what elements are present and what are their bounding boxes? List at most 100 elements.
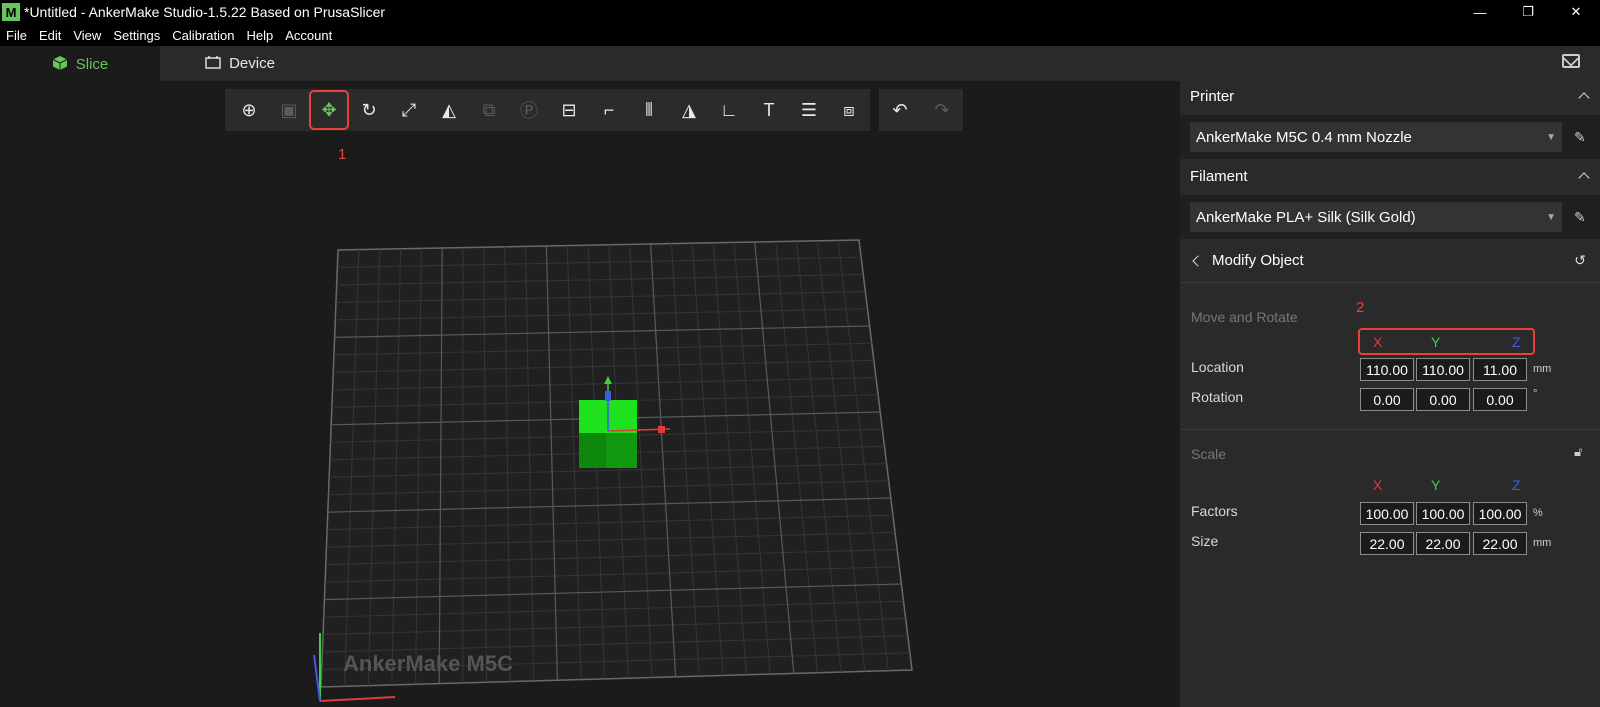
printer-select-value: AnkerMake M5C 0.4 mm Nozzle: [1196, 128, 1412, 146]
gcode-tool-button[interactable]: ⌐: [589, 90, 629, 130]
menu-view[interactable]: View: [67, 28, 107, 43]
scale-axis-z-label: Z: [1512, 477, 1521, 493]
rotation-unit: °: [1533, 388, 1538, 400]
location-label: Location: [1191, 359, 1244, 375]
rotate-tool-button[interactable]: ↻: [349, 90, 389, 130]
auto-orient-tool-button[interactable]: ◮: [669, 90, 709, 130]
size-label: Size: [1191, 533, 1219, 549]
menu-account[interactable]: Account: [279, 28, 338, 43]
scale-label: Scale: [1191, 446, 1227, 462]
axis-z-label: Z: [1512, 334, 1521, 350]
size-y-input[interactable]: 22.00: [1416, 532, 1470, 555]
window-title: *Untitled - AnkerMake Studio-1.5.22 Base…: [24, 4, 386, 20]
tab-device-label: Device: [229, 55, 275, 72]
factor-y-input[interactable]: 100.00: [1416, 502, 1470, 525]
modify-heading: Modify Object: [1212, 252, 1304, 269]
cube-icon: [52, 55, 68, 74]
filament-select-value: AnkerMake PLA+ Silk (Silk Gold): [1196, 208, 1416, 226]
shapes-tool-button[interactable]: ⧈: [829, 90, 869, 130]
printer-section-header[interactable]: Printer: [1180, 81, 1600, 111]
filament-select[interactable]: AnkerMake PLA+ Silk (Silk Gold) ▼: [1190, 202, 1562, 232]
annotation-axis-box: [1358, 328, 1535, 355]
axis-y-label: Y: [1431, 334, 1441, 350]
annotation-1: 1: [338, 146, 347, 163]
supports-tool-button[interactable]: ⫴: [629, 90, 669, 130]
filament-select-row: AnkerMake PLA+ Silk (Silk Gold) ▼ ✎: [1180, 195, 1600, 239]
menu-settings[interactable]: Settings: [107, 28, 166, 43]
factor-x-input[interactable]: 100.00: [1360, 502, 1414, 525]
arrange-tool-button[interactable]: ▣: [269, 90, 309, 130]
app-logo-icon: M: [2, 3, 20, 21]
rotation-x-input[interactable]: 0.00: [1360, 388, 1414, 411]
close-button[interactable]: ✕: [1552, 0, 1600, 24]
copy-tool-button[interactable]: ⧉: [469, 90, 509, 130]
location-unit: mm: [1533, 363, 1552, 375]
layers-tool-button[interactable]: ☰: [789, 90, 829, 130]
edit-filament-icon[interactable]: ✎: [1574, 209, 1586, 226]
dropdown-caret-icon: ▼: [1546, 211, 1556, 223]
printer-select[interactable]: AnkerMake M5C 0.4 mm Nozzle ▼: [1190, 122, 1562, 152]
undo-button[interactable]: ↶: [880, 90, 920, 130]
factors-unit: %: [1533, 507, 1543, 519]
size-z-input[interactable]: 22.00: [1473, 532, 1527, 555]
redo-button[interactable]: ↷: [922, 90, 962, 130]
printer-select-row: AnkerMake M5C 0.4 mm Nozzle ▼ ✎: [1180, 115, 1600, 159]
menu-file[interactable]: File: [0, 28, 33, 43]
chevron-up-icon[interactable]: [1578, 92, 1590, 104]
axis-x-label: X: [1373, 334, 1383, 350]
filament-heading: Filament: [1190, 167, 1248, 185]
scale-axis-y-label: Y: [1431, 477, 1441, 493]
add-object-tool-button[interactable]: ⊕: [229, 90, 269, 130]
location-z-input[interactable]: 11.00: [1473, 358, 1527, 381]
move-rotate-label: Move and Rotate: [1191, 309, 1298, 325]
factor-z-input[interactable]: 100.00: [1473, 502, 1527, 525]
divider: [1180, 429, 1600, 430]
cut-tool-button[interactable]: ⊟: [549, 90, 589, 130]
title-bar: M *Untitled - AnkerMake Studio-1.5.22 Ba…: [0, 0, 1600, 24]
edit-printer-icon[interactable]: ✎: [1574, 129, 1586, 146]
text-tool-button[interactable]: T: [749, 90, 789, 130]
measure-tool-button[interactable]: ∟: [709, 90, 749, 130]
reset-icon[interactable]: ↺: [1574, 252, 1586, 269]
location-x-input[interactable]: 110.00: [1360, 358, 1414, 381]
menu-edit[interactable]: Edit: [33, 28, 67, 43]
minimize-button[interactable]: —: [1456, 0, 1504, 24]
mail-icon[interactable]: [1562, 54, 1580, 68]
rotation-label: Rotation: [1191, 389, 1244, 405]
filament-section-header[interactable]: Filament: [1180, 161, 1600, 191]
location-y-input[interactable]: 110.00: [1416, 358, 1470, 381]
place-on-face-tool-button[interactable]: ◭: [429, 90, 469, 130]
paste-tool-button[interactable]: Ⓟ: [509, 90, 549, 130]
chevron-up-icon[interactable]: [1578, 172, 1590, 184]
chevron-left-icon: [1192, 255, 1204, 267]
tab-slice[interactable]: Slice: [0, 46, 160, 81]
tab-bar: Slice Device: [0, 46, 1600, 81]
size-unit: mm: [1533, 537, 1552, 549]
lock-icon[interactable]: 🔓︎: [1574, 444, 1582, 460]
size-x-input[interactable]: 22.00: [1360, 532, 1414, 555]
tab-slice-label: Slice: [75, 56, 109, 73]
menu-calibration[interactable]: Calibration: [166, 28, 240, 43]
history-toolbar: ↶ ↷: [879, 89, 963, 131]
dropdown-caret-icon: ▼: [1546, 131, 1556, 143]
printer-heading: Printer: [1190, 87, 1235, 105]
move-tool-button[interactable]: ✥: [309, 90, 349, 130]
maximize-button[interactable]: ❐: [1504, 0, 1552, 24]
scale-axis-x-label: X: [1373, 477, 1383, 493]
build-plate: AnkerMake M5C: [313, 239, 913, 702]
scale-tool-button[interactable]: ⤢: [389, 90, 429, 130]
device-icon: [205, 55, 221, 72]
annotation-2: 2: [1356, 299, 1365, 316]
rotation-y-input[interactable]: 0.00: [1416, 388, 1470, 411]
back-button[interactable]: Modify Object: [1192, 252, 1304, 269]
3d-viewport[interactable]: AnkerMake M5C ⊕ ▣ ✥ ↻ ⤢ ◭ ⧉ Ⓟ ⊟ ⌐ ⫴ ◮ ∟ T ☰ ⧈ ↶ ↷ 1: [0, 81, 1180, 707]
tool-bar: ⊕ ▣ ✥ ↻ ⤢ ◭ ⧉ Ⓟ ⊟ ⌐ ⫴ ◮ ∟ T ☰ ⧈: [225, 89, 870, 131]
factors-label: Factors: [1191, 503, 1238, 519]
modify-object-header: Modify Object ↺: [1180, 239, 1600, 283]
bed-label: AnkerMake M5C: [343, 651, 513, 676]
menu-bar: File Edit View Settings Calibration Help…: [0, 24, 1600, 46]
tab-device[interactable]: Device: [160, 46, 320, 81]
rotation-z-input[interactable]: 0.00: [1473, 388, 1527, 411]
window-controls: — ❐ ✕: [1456, 0, 1600, 24]
menu-help[interactable]: Help: [240, 28, 279, 43]
